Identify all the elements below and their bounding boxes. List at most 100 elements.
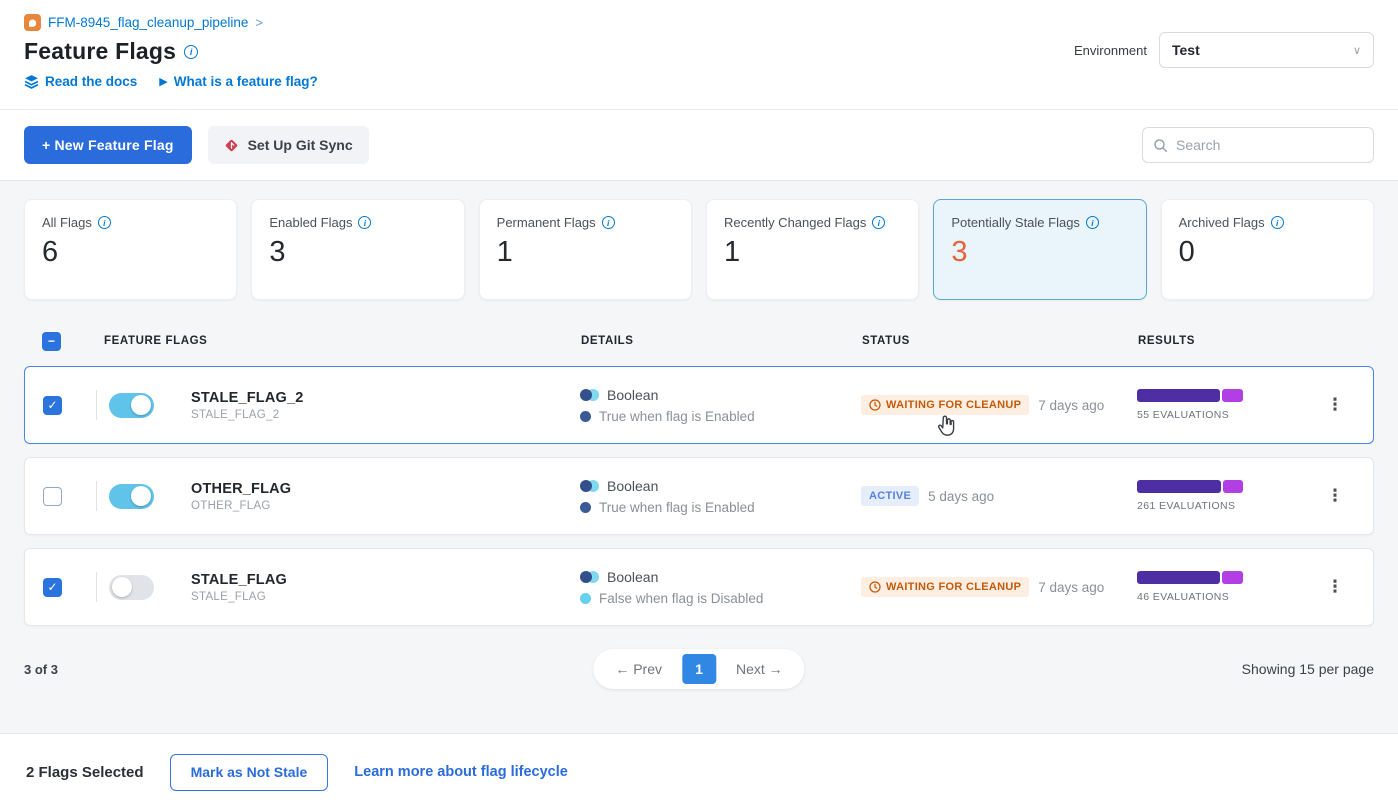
stat-label: Permanent Flags — [497, 215, 596, 230]
flag-detail: True when flag is Enabled — [599, 500, 755, 515]
stat-value: 0 — [1179, 236, 1356, 269]
stat-value: 3 — [951, 236, 1128, 269]
evaluations-label: 261 EVALUATIONS — [1137, 500, 1315, 512]
environment-select[interactable]: Test ∨ — [1159, 32, 1374, 68]
divider — [96, 390, 97, 420]
info-icon[interactable]: i — [872, 216, 885, 229]
what-is-feature-flag-label: What is a feature flag? — [174, 74, 318, 89]
docs-layers-icon — [24, 74, 39, 89]
learn-more-link[interactable]: Learn more about flag lifecycle — [354, 764, 568, 780]
variation-dot-icon — [580, 411, 591, 422]
flag-name[interactable]: OTHER_FLAG — [191, 481, 564, 497]
info-icon[interactable]: i — [358, 216, 371, 229]
stats-row: All Flags i 6 Enabled Flags i 3 Permanen… — [24, 199, 1374, 300]
flag-id: STALE_FLAG_2 — [191, 409, 564, 421]
page-header: FFM-8945_flag_cleanup_pipeline > Feature… — [0, 0, 1398, 110]
clock-icon — [869, 399, 881, 411]
row-menu-button[interactable]: ⋮ — [1319, 391, 1352, 419]
row-count: 3 of 3 — [24, 662, 58, 677]
column-header-results: RESULTS — [1130, 335, 1316, 347]
row-checkbox[interactable] — [43, 487, 62, 506]
info-icon[interactable]: i — [602, 216, 615, 229]
breadcrumb-project[interactable]: FFM-8945_flag_cleanup_pipeline — [48, 15, 248, 30]
stat-value: 3 — [269, 236, 446, 269]
status-badge[interactable]: WAITING FOR CLEANUP — [861, 395, 1029, 415]
boolean-type-icon — [580, 571, 599, 583]
stat-card-archived-flags[interactable]: Archived Flags i 0 — [1161, 199, 1374, 300]
chevron-down-icon: ∨ — [1353, 44, 1361, 57]
info-icon[interactable]: i — [98, 216, 111, 229]
stat-card-enabled-flags[interactable]: Enabled Flags i 3 — [251, 199, 464, 300]
evaluations-label: 46 EVALUATIONS — [1137, 591, 1315, 603]
breadcrumb[interactable]: FFM-8945_flag_cleanup_pipeline > — [24, 14, 318, 31]
evaluations-bar — [1137, 389, 1243, 402]
evaluations-bar — [1137, 480, 1243, 493]
next-page-button[interactable]: Next → — [720, 656, 799, 682]
search-box — [1142, 127, 1374, 163]
stat-card-potentially-stale-flags[interactable]: Potentially Stale Flags i 3 — [933, 199, 1146, 300]
stat-value: 6 — [42, 236, 219, 269]
row-checkbox[interactable]: ✓ — [43, 396, 62, 415]
flag-toggle[interactable] — [109, 484, 154, 509]
prev-page-button[interactable]: ← Prev — [599, 656, 678, 682]
page-title: Feature Flags — [24, 38, 176, 65]
flags-selected-count: 2 Flags Selected — [26, 764, 144, 781]
row-menu-button[interactable]: ⋮ — [1319, 573, 1352, 601]
stat-card-all-flags[interactable]: All Flags i 6 — [24, 199, 237, 300]
divider — [96, 572, 97, 602]
showing-per-page: Showing 15 per page — [1242, 661, 1374, 677]
status-badge[interactable]: ACTIVE — [861, 486, 919, 506]
selection-bar: 2 Flags Selected Mark as Not Stale Learn… — [0, 733, 1398, 810]
boolean-type-icon — [580, 480, 599, 492]
git-sync-label: Set Up Git Sync — [248, 137, 353, 153]
flag-type: Boolean — [607, 569, 658, 585]
flag-row-stale-flag-2[interactable]: ✓ STALE_FLAG_2 STALE_FLAG_2 Boolean True… — [24, 366, 1374, 444]
info-icon[interactable]: i — [1271, 216, 1284, 229]
read-the-docs-label: Read the docs — [45, 74, 137, 89]
search-input[interactable] — [1176, 137, 1363, 153]
main-content: All Flags i 6 Enabled Flags i 3 Permanen… — [0, 181, 1398, 690]
read-the-docs-link[interactable]: Read the docs — [24, 74, 137, 89]
info-icon[interactable]: i — [1086, 216, 1099, 229]
stat-value: 1 — [497, 236, 674, 269]
table-header: − FEATURE FLAGS DETAILS STATUS RESULTS — [24, 328, 1374, 354]
new-feature-flag-button[interactable]: + New Feature Flag — [24, 126, 192, 164]
boolean-type-icon — [580, 389, 599, 401]
status-badge[interactable]: WAITING FOR CLEANUP — [861, 577, 1029, 597]
flag-name[interactable]: STALE_FLAG_2 — [191, 390, 564, 406]
stat-label: Potentially Stale Flags — [951, 215, 1080, 230]
stat-label: Enabled Flags — [269, 215, 352, 230]
flag-toggle[interactable] — [109, 393, 154, 418]
git-sync-button[interactable]: Set Up Git Sync — [208, 126, 369, 164]
stat-card-recently-changed-flags[interactable]: Recently Changed Flags i 1 — [706, 199, 919, 300]
select-all-checkbox[interactable]: − — [42, 332, 61, 351]
status-age: 7 days ago — [1038, 580, 1104, 595]
stat-value: 1 — [724, 236, 901, 269]
flag-row-stale-flag[interactable]: ✓ STALE_FLAG STALE_FLAG Boolean False wh… — [24, 548, 1374, 626]
stat-card-permanent-flags[interactable]: Permanent Flags i 1 — [479, 199, 692, 300]
what-is-feature-flag-link[interactable]: ▶ What is a feature flag? — [159, 74, 318, 89]
environment-label: Environment — [1074, 43, 1147, 58]
flag-name[interactable]: STALE_FLAG — [191, 572, 564, 588]
flag-toggle[interactable] — [109, 575, 154, 600]
project-icon — [24, 14, 41, 31]
title-info-icon[interactable]: i — [184, 45, 198, 59]
column-header-details: DETAILS — [565, 335, 850, 347]
row-checkbox[interactable]: ✓ — [43, 578, 62, 597]
column-header-feature-flags: FEATURE FLAGS — [82, 335, 565, 347]
feature-flags-page: FFM-8945_flag_cleanup_pipeline > Feature… — [0, 0, 1398, 810]
environment-value: Test — [1172, 42, 1200, 58]
flag-detail: True when flag is Enabled — [599, 409, 755, 424]
stat-label: Recently Changed Flags — [724, 215, 866, 230]
page-1-button[interactable]: 1 — [682, 654, 716, 684]
mark-not-stale-button[interactable]: Mark as Not Stale — [170, 754, 329, 791]
breadcrumb-chevron-icon: > — [255, 15, 263, 30]
row-menu-button[interactable]: ⋮ — [1319, 482, 1352, 510]
pagination: 3 of 3 ← Prev 1 Next → Showing 15 per pa… — [24, 648, 1374, 690]
play-icon: ▶ — [159, 75, 167, 88]
divider — [96, 481, 97, 511]
pager: ← Prev 1 Next → — [593, 649, 804, 689]
clock-icon — [869, 581, 881, 593]
evaluations-label: 55 EVALUATIONS — [1137, 409, 1315, 421]
flag-row-other-flag[interactable]: OTHER_FLAG OTHER_FLAG Boolean True when … — [24, 457, 1374, 535]
